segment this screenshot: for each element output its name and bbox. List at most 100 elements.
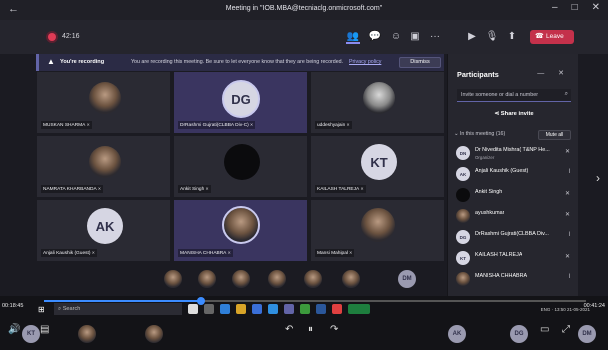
video-grid: MUSKAN SHARMA DG DrRashmi Gujrati(CLBBA …	[36, 71, 445, 262]
mute-all-button[interactable]: Mute all	[538, 130, 571, 140]
section-count: In this meeting (16)	[459, 131, 506, 137]
chevron-right-icon[interactable]: ›	[596, 171, 600, 185]
share-screen-icon[interactable]: ⬆	[505, 30, 519, 44]
maximize-button[interactable]: □	[572, 2, 578, 13]
participant-name: Ankit Singh	[178, 185, 211, 193]
file-explorer-icon[interactable]	[236, 304, 246, 314]
participant-row[interactable]: MANISHA CHHABRA ǀ	[456, 270, 574, 290]
avatar[interactable]	[198, 270, 216, 288]
participant-name: MANISHA CHHABRA	[475, 273, 528, 279]
avatar: DN	[456, 146, 470, 160]
avatar[interactable]	[304, 270, 322, 288]
excel-icon[interactable]	[300, 304, 310, 314]
panel-controls[interactable]: — ✕	[537, 69, 570, 77]
participant-name: Anjali Kaushik (Guest)	[41, 249, 97, 257]
close-button[interactable]: ✕	[592, 2, 600, 13]
avatar	[456, 209, 470, 223]
mail-icon[interactable]	[268, 304, 278, 314]
privacy-policy-link[interactable]: Privacy policy	[349, 59, 381, 65]
mic-off-icon[interactable]: 🎙	[485, 30, 499, 44]
avatar[interactable]	[268, 270, 286, 288]
recording-indicator-icon	[48, 33, 56, 41]
participant-name: Ankit Singh	[475, 189, 503, 195]
dismiss-button[interactable]: Dismiss	[399, 57, 441, 68]
camera-off-icon[interactable]: ▶	[465, 30, 479, 44]
teams-icon[interactable]	[284, 304, 294, 314]
edge-icon[interactable]	[220, 304, 230, 314]
volume-icon[interactable]: 🔊	[8, 324, 20, 335]
avatar: KT	[361, 144, 397, 180]
video-tile[interactable]: Ankit Singh	[173, 135, 308, 198]
avatar[interactable]: DM	[398, 270, 416, 288]
video-tile[interactable]: uddeshyajain	[310, 71, 445, 134]
participant-name: Dr Nivedita Mishra( T&NP He...	[475, 147, 550, 153]
participant-row[interactable]: ayushkumar ✕	[456, 207, 574, 227]
video-tile[interactable]: KT KAILASH TALREJA	[310, 135, 445, 198]
participants-icon[interactable]: 👥	[346, 30, 360, 44]
invite-search-input[interactable]: Invite someone or dial a number ⌕	[457, 89, 571, 102]
participant-row[interactable]: KT KAILASH TALREJA ✕	[456, 249, 574, 269]
rewind-icon[interactable]: ↶	[285, 324, 293, 335]
task-view-icon[interactable]	[204, 304, 214, 314]
avatar: KT	[22, 325, 40, 343]
cortana-icon[interactable]	[188, 304, 198, 314]
participant-row[interactable]: AK Anjali Kaushik (Guest) ǀ	[456, 165, 574, 185]
mic-muted-icon: ✕	[564, 254, 570, 260]
video-tile[interactable]: DG DrRashmi Gujrati(CLBBA Div-C)	[173, 71, 308, 134]
leave-button[interactable]: Leave	[530, 30, 574, 44]
avatar: AK	[456, 167, 470, 181]
chrome-icon[interactable]	[332, 304, 342, 314]
video-tile[interactable]: MANISHA CHHABRA	[173, 199, 308, 262]
avatar: KT	[456, 251, 470, 265]
participant-row[interactable]: DG DrRashmi Gujrati(CLBBA Div... ǀ	[456, 228, 574, 248]
participant-name: KAILASH TALREJA	[475, 252, 523, 258]
minimize-button[interactable]: –	[552, 2, 558, 13]
tray-time: 13:50	[554, 306, 566, 312]
search-icon: ⌕	[564, 91, 568, 97]
word-icon[interactable]	[316, 304, 326, 314]
taskbar-search-input[interactable]: ⌕ Search	[54, 303, 182, 315]
avatar	[361, 208, 395, 242]
meeting-section-label[interactable]: ⌄ In this meeting (16)	[454, 131, 505, 137]
warning-icon: ▲	[47, 57, 55, 66]
pause-icon[interactable]: ⏸	[308, 324, 313, 335]
avatar	[145, 325, 163, 343]
fullscreen-icon[interactable]: ⤢	[562, 324, 570, 335]
recording-banner-text: You are recording this meeting. Be sure …	[131, 59, 344, 65]
video-tile[interactable]: Mansi Mahipal	[310, 199, 445, 262]
chat-icon[interactable]: 💬	[368, 30, 382, 44]
title-bar: ← Meeting in "IOB.MBA@tecniaclg.onmicros…	[0, 0, 608, 20]
avatar[interactable]	[164, 270, 182, 288]
share-invite-label: Share invite	[500, 111, 534, 117]
participant-row[interactable]: Ankit Singh ✕	[456, 186, 574, 206]
store-icon[interactable]	[252, 304, 262, 314]
participant-name: Mansi Mahipal	[315, 249, 355, 257]
video-tile[interactable]: NAMRATA KHARBANDA	[36, 135, 171, 198]
participant-role: Organizer	[475, 155, 495, 160]
recording-banner: ▲ You're recording You are recording thi…	[36, 54, 444, 71]
rooms-icon[interactable]: ▣	[408, 30, 422, 44]
avatar[interactable]	[232, 270, 250, 288]
reactions-icon[interactable]: ☺	[389, 30, 403, 44]
subtitles-icon[interactable]: ▤	[40, 324, 49, 335]
video-tile[interactable]: MUSKAN SHARMA	[36, 71, 171, 134]
participant-name: MANISHA CHHABRA	[178, 249, 233, 257]
avatar: DG	[510, 325, 528, 343]
avatar	[78, 325, 96, 343]
miniplayer-icon[interactable]: ▭	[540, 324, 549, 335]
participant-row[interactable]: DN Dr Nivedita Mishra( T&NP He... Organi…	[456, 144, 574, 164]
avatar	[363, 82, 395, 114]
video-tile[interactable]: AK Anjali Kaushik (Guest)	[36, 199, 171, 262]
participant-name: DrRashmi Gujrati(CLBBA Div...	[475, 231, 549, 237]
participant-name: Anjali Kaushik (Guest)	[475, 168, 529, 174]
mic-icon: ǀ	[568, 169, 570, 175]
forward-icon[interactable]: ↷	[330, 324, 338, 335]
avatar: AK	[448, 325, 466, 343]
system-tray: ENG · 13:50 21-05-2021	[540, 306, 590, 312]
windows-start-icon[interactable]: ⊞	[38, 305, 48, 314]
avatar[interactable]	[342, 270, 360, 288]
participant-name: NAMRATA KHARBANDA	[41, 185, 104, 193]
share-invite-button[interactable]: ⋖ Share invite	[457, 108, 571, 121]
more-options-icon[interactable]: ···	[428, 30, 442, 44]
participants-panel: Participants — ✕ Invite someone or dial …	[447, 54, 578, 296]
